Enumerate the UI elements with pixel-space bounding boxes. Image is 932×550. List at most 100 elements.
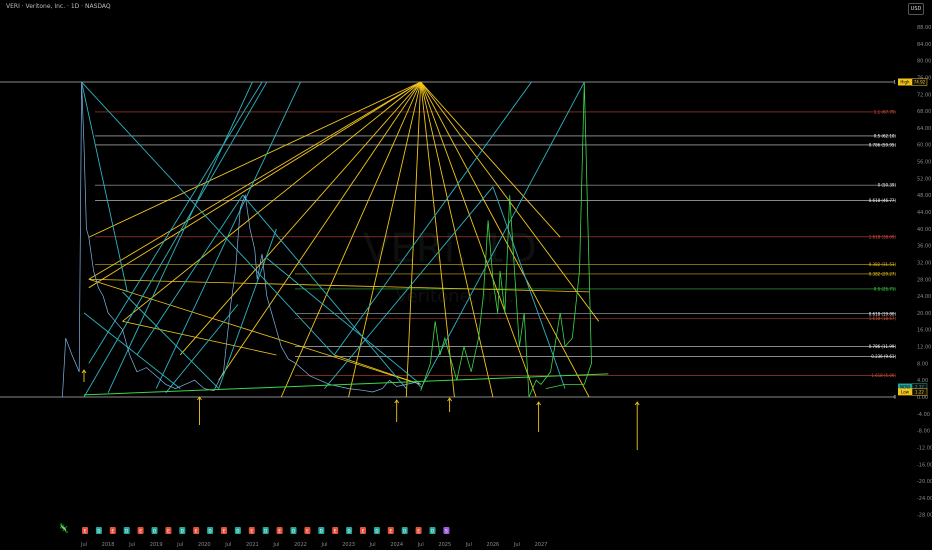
event-marker-label: D xyxy=(431,529,434,534)
y-axis[interactable]: 88.0084.0080.0076.0072.0068.0064.0060.00… xyxy=(917,25,932,519)
fib-level-label: 0.5 (62.10) xyxy=(874,133,897,138)
event-marker: E xyxy=(82,527,88,534)
event-marker: D xyxy=(123,527,130,534)
y-tick-label: -16.00 xyxy=(917,462,932,468)
event-marker-label: S xyxy=(445,529,448,534)
y-tick-label: 12.00 xyxy=(917,345,931,351)
price-badge-label: Low xyxy=(901,389,910,394)
event-marker: D xyxy=(234,527,241,534)
event-marker: E xyxy=(109,527,116,534)
x-tick-label: Jul xyxy=(417,542,424,548)
fib-level-label: 0.786 (11.99) xyxy=(869,344,897,349)
x-tick-label: 2027 xyxy=(535,542,548,548)
fib-level-label: 1.618 (38.09) xyxy=(869,234,897,239)
event-marker: D xyxy=(95,527,102,534)
event-marker: E xyxy=(248,527,255,534)
price-chart[interactable]: VERI, 1D Veritone, Inc. 11.1 (67.79)0.5 … xyxy=(0,0,932,550)
fib-level-label: 0 xyxy=(893,395,896,400)
y-tick-label: 32.00 xyxy=(917,260,931,266)
event-marker-label: D xyxy=(97,529,100,534)
x-tick-label: 2024 xyxy=(390,542,403,548)
fib-level-label: 1.1 (67.79) xyxy=(874,109,897,114)
x-tick-label: 2019 xyxy=(150,542,163,548)
event-marker: D xyxy=(179,527,186,534)
y-tick-label: 44.00 xyxy=(917,210,931,216)
event-marker: E xyxy=(415,527,422,534)
event-marker-label: D xyxy=(264,529,267,534)
y-tick-label: 24.00 xyxy=(917,294,931,300)
y-tick-label: 28.00 xyxy=(917,277,931,283)
y-tick-label: 20.00 xyxy=(917,311,931,317)
fib-level-label: 0.5 (25.71) xyxy=(874,286,897,291)
event-marker: D xyxy=(262,527,269,534)
event-marker: D xyxy=(290,527,297,534)
event-marker: E xyxy=(276,527,283,534)
price-badge-value: 74.92 xyxy=(914,80,926,85)
y-tick-label: -12.00 xyxy=(917,445,932,451)
fib-level-label: 1 xyxy=(893,80,896,85)
event-marker: D xyxy=(429,527,436,534)
fib-level-label: 1.618 (5.06) xyxy=(871,373,896,378)
y-tick-label: 72.00 xyxy=(917,92,931,98)
x-tick-label: Jul xyxy=(513,542,520,548)
event-marker: E xyxy=(387,527,394,534)
event-marker-label: D xyxy=(292,529,295,534)
price-badge-label: High xyxy=(900,80,910,85)
y-tick-label: 84.00 xyxy=(917,42,931,48)
event-marker: D xyxy=(151,527,158,534)
fan-line-cyan xyxy=(107,81,253,393)
fib-level-label: 0 (50.39) xyxy=(878,183,897,188)
event-marker: S xyxy=(443,527,450,534)
event-marker: E xyxy=(137,527,144,534)
fan-line-cyan xyxy=(122,291,220,389)
fan-line-cyan xyxy=(81,81,128,292)
x-tick-label: Jul xyxy=(321,542,328,548)
y-tick-label: -8.00 xyxy=(917,429,930,435)
event-marker: D xyxy=(401,527,408,534)
y-tick-label: 48.00 xyxy=(917,193,931,199)
x-tick-label: 2026 xyxy=(487,542,500,548)
event-marker: E xyxy=(165,527,172,534)
y-tick-label: 4.00 xyxy=(917,378,928,384)
y-tick-label: 0.00 xyxy=(917,395,928,401)
y-tick-label: 60.00 xyxy=(917,143,931,149)
x-tick-label: 2025 xyxy=(438,542,451,548)
event-marker-label: D xyxy=(375,529,378,534)
y-tick-label: -28.00 xyxy=(917,513,932,519)
watermark-symbol: VERI, 1D xyxy=(363,226,537,272)
event-marker: D xyxy=(346,527,353,534)
fan-line-yellow xyxy=(122,320,277,356)
x-tick-label: 2020 xyxy=(198,542,211,548)
event-marker: D xyxy=(207,527,214,534)
fib-level-label: 1.618 (18.67) xyxy=(869,316,897,321)
y-tick-label: -20.00 xyxy=(917,479,932,485)
fan-line-cyan xyxy=(83,312,181,389)
event-marker: D xyxy=(373,527,380,534)
fan-line-yellow xyxy=(122,81,422,322)
fib-level-label: 0.382 (29.27) xyxy=(869,271,897,276)
y-tick-label: 56.00 xyxy=(917,160,931,166)
x-tick-label: Jul xyxy=(465,542,472,548)
x-axis[interactable]: Jul 2018 Jul 2019 Jul 2020 Jul 2021 Jul 2022 Jul 20… xyxy=(80,542,547,548)
x-tick-label: Jul xyxy=(176,542,183,548)
y-tick-label: 8.00 xyxy=(917,361,928,367)
x-tick-label: 2023 xyxy=(342,542,355,548)
fan-line-cyan xyxy=(165,304,239,394)
event-marker-label: D xyxy=(348,529,351,534)
x-tick-label: Jul xyxy=(369,542,376,548)
event-marker: E xyxy=(360,527,366,534)
event-marker: D xyxy=(318,527,325,534)
event-marker: E xyxy=(332,527,339,534)
earnings-events[interactable]: EDEDEDEDEDEDEDEDEDEDEDEDEDS xyxy=(82,527,450,534)
event-marker: E xyxy=(304,527,311,534)
x-tick-label: Jul xyxy=(272,542,279,548)
y-tick-label: 16.00 xyxy=(917,328,931,334)
x-tick-label: 2018 xyxy=(102,542,115,548)
fan-line-yellow xyxy=(88,81,421,238)
y-tick-label: 80.00 xyxy=(917,59,931,65)
y-tick-label: 40.00 xyxy=(917,227,931,233)
event-marker-label: D xyxy=(209,529,212,534)
event-marker: E xyxy=(221,527,227,534)
fib-level-label: 0.382 (31.53) xyxy=(869,262,897,267)
event-marker-label: D xyxy=(181,529,184,534)
